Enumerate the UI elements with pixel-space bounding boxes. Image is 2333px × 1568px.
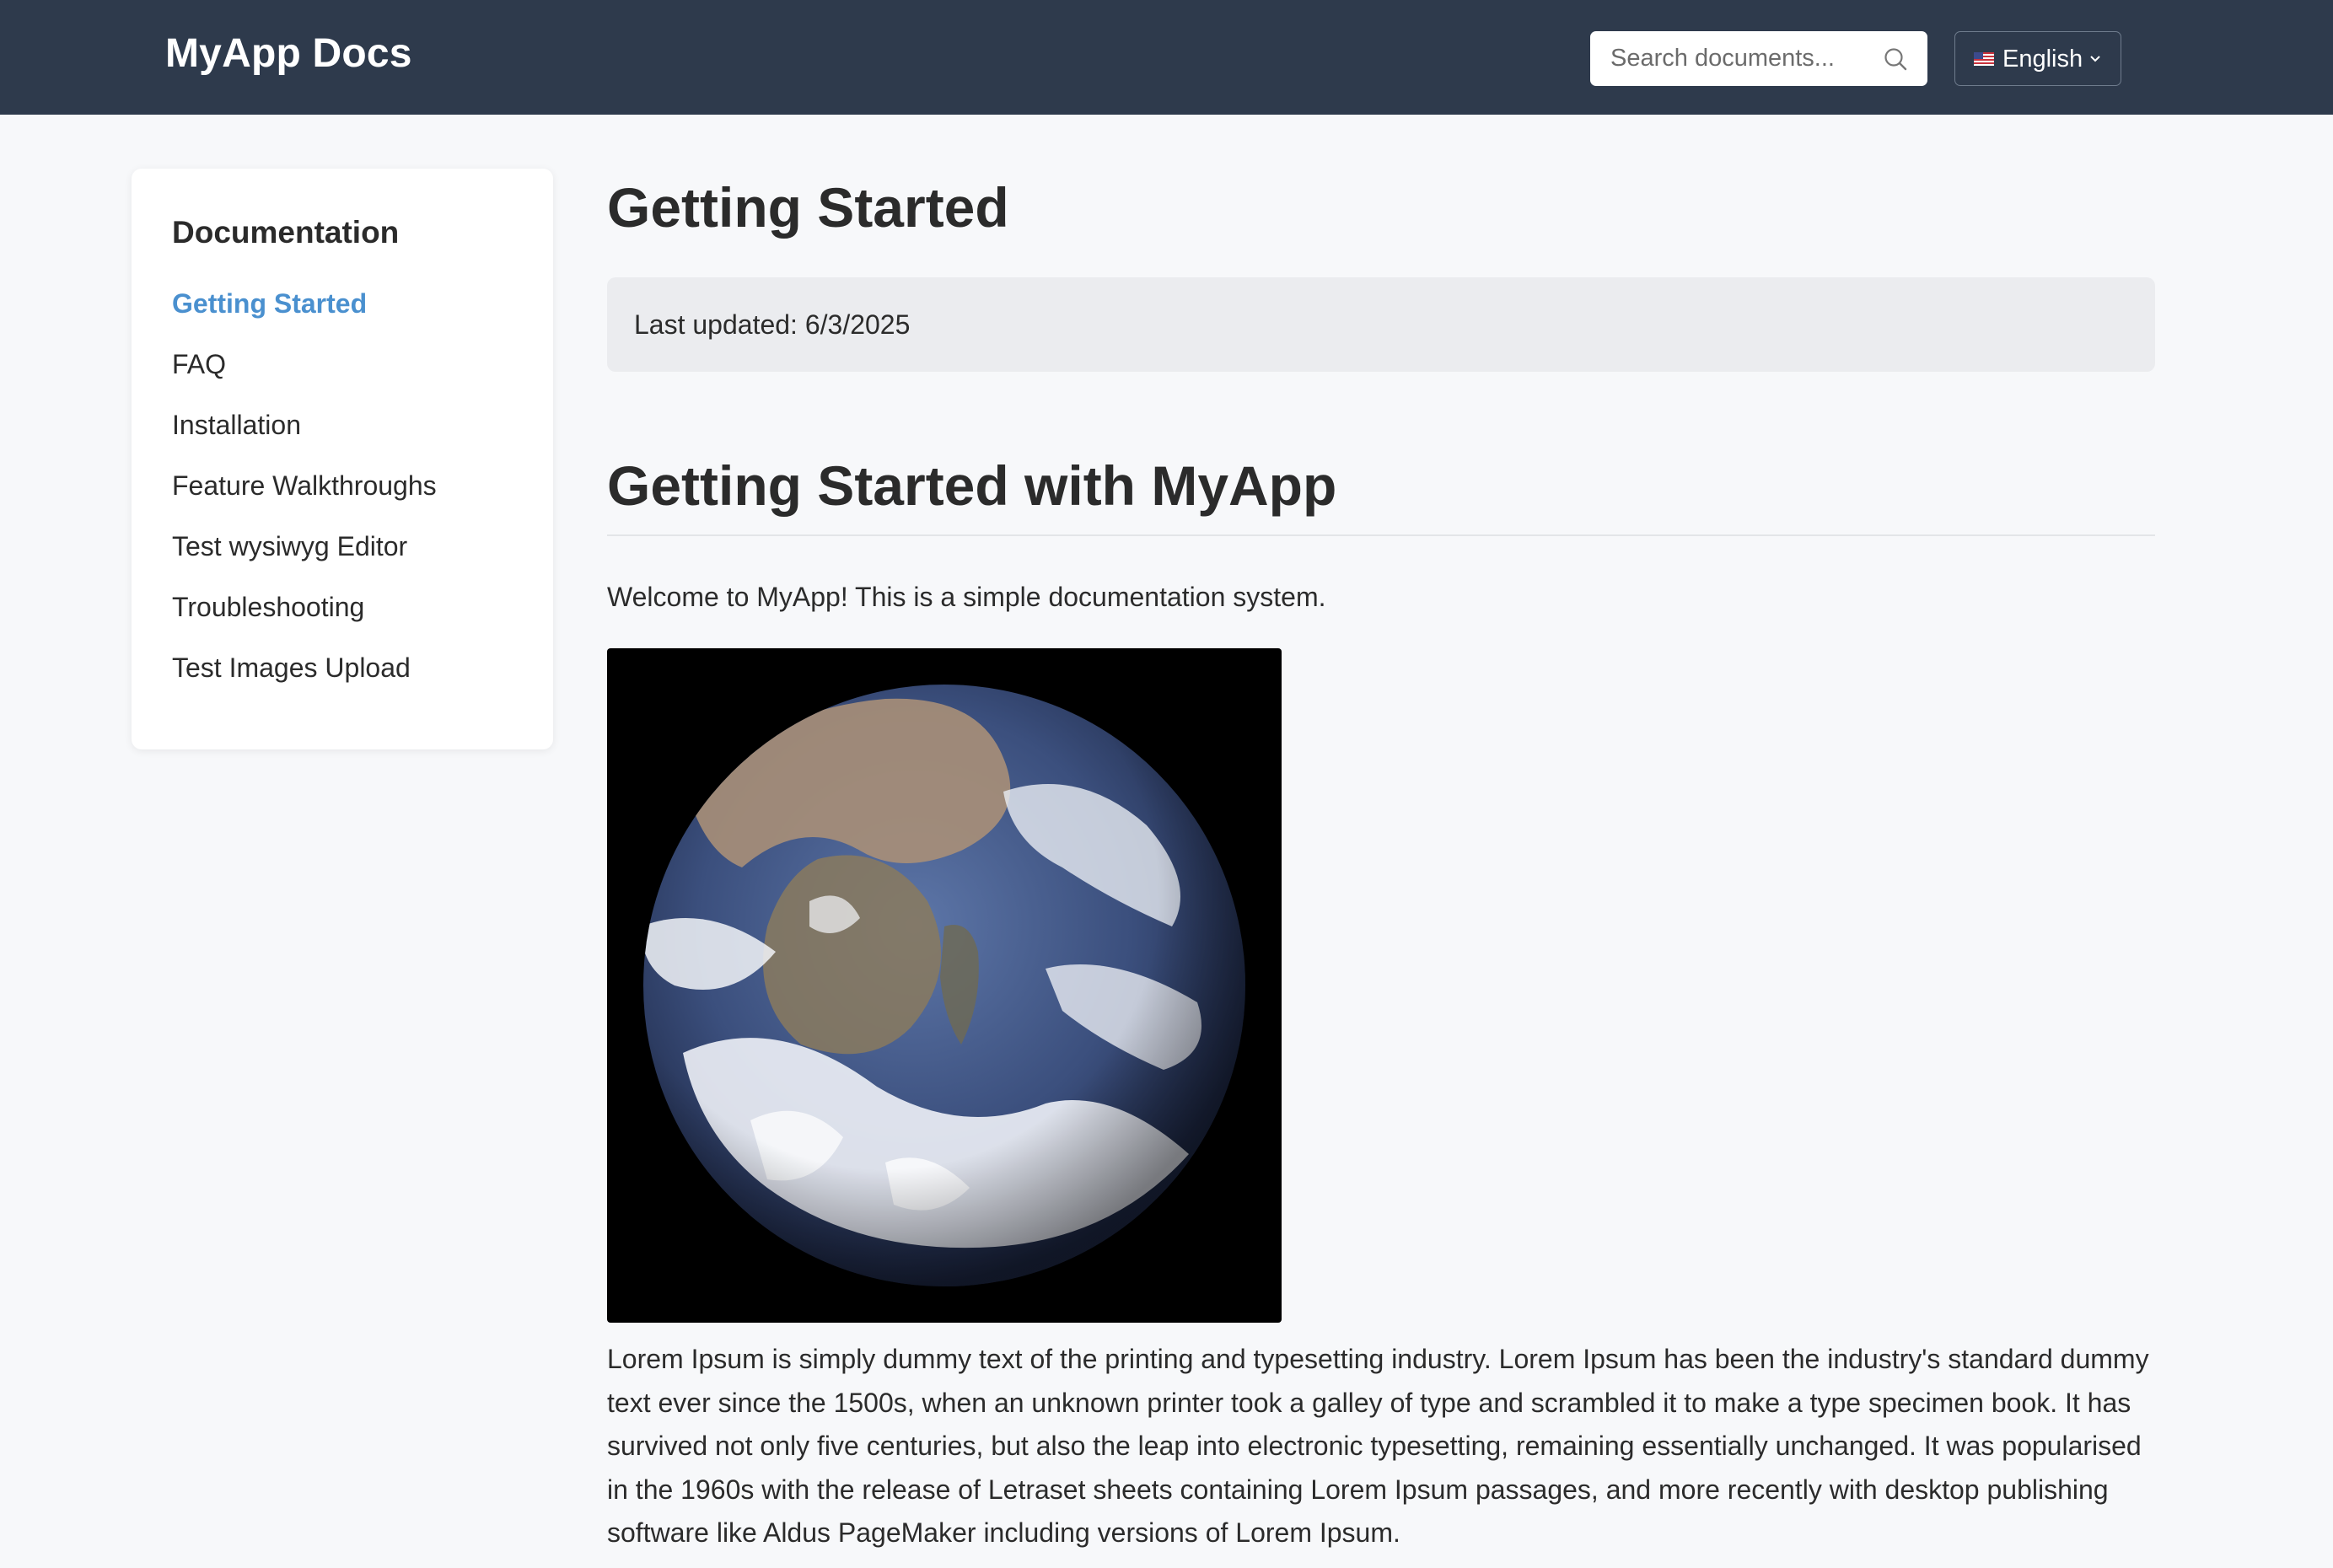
intro-paragraph: Welcome to MyApp! This is a simple docum… [607, 582, 1326, 612]
sidebar-item-installation[interactable]: Installation [172, 406, 437, 467]
chevron-down-icon [2090, 56, 2100, 62]
sidebar: Documentation Getting Started FAQ Instal… [132, 169, 553, 749]
sidebar-item-test-images-upload[interactable]: Test Images Upload [172, 649, 437, 710]
sidebar-item-troubleshooting[interactable]: Troubleshooting [172, 588, 437, 649]
search-box[interactable] [1590, 31, 1927, 86]
brand-logo[interactable]: MyApp Docs [165, 30, 412, 77]
language-label: English [2002, 46, 2083, 72]
sidebar-item-test-wysiwyg-editor[interactable]: Test wysiwyg Editor [172, 528, 437, 588]
language-selector[interactable]: English [1954, 31, 2121, 86]
top-navbar: MyApp Docs English [0, 0, 2333, 115]
flag-us-icon [1974, 52, 1994, 66]
heading-divider [607, 534, 2155, 536]
sidebar-item-getting-started[interactable]: Getting Started [172, 285, 437, 346]
sidebar-item-faq[interactable]: FAQ [172, 346, 437, 406]
last-updated-banner: Last updated: 6/3/2025 [607, 277, 2155, 372]
sidebar-item-feature-walkthroughs[interactable]: Feature Walkthroughs [172, 467, 437, 528]
search-icon[interactable] [1882, 46, 1909, 72]
search-input[interactable] [1590, 31, 1868, 86]
earth-photo [607, 648, 1282, 1323]
lorem-paragraph: Lorem Ipsum is simply dummy text of the … [607, 1344, 2149, 1548]
page-title: Getting Started [607, 176, 1009, 239]
sidebar-title: Documentation [172, 215, 400, 250]
content-heading: Getting Started with MyApp [607, 454, 1337, 517]
sidebar-nav: Getting Started FAQ Installation Feature… [172, 285, 437, 710]
